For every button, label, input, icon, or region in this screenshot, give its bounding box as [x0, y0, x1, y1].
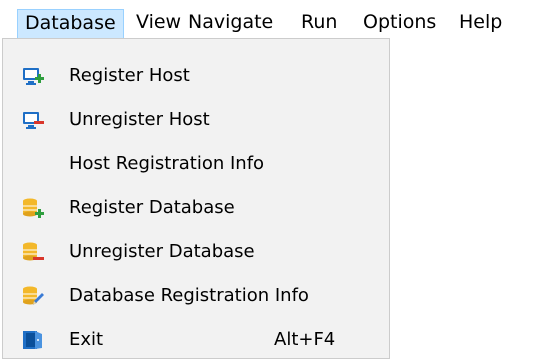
menu-item-label: Register Database — [69, 197, 235, 218]
menu-item-host-registration-info[interactable]: Host Registration Info — [3, 142, 389, 186]
menu-database[interactable]: Database — [17, 9, 124, 38]
monitor-add-icon — [22, 65, 44, 87]
database-add-icon — [22, 197, 44, 219]
menu-item-unregister-database[interactable]: Unregister Database — [3, 230, 389, 274]
menu-item-register-host[interactable]: Register Host — [3, 54, 389, 98]
menu-item-label: Register Host — [69, 65, 190, 86]
menu-item-unregister-host[interactable]: Unregister Host — [3, 98, 389, 142]
database-dropdown-menu: Register Host Unregister Host Host Regis… — [2, 38, 390, 359]
menu-item-label: Unregister Database — [69, 241, 255, 262]
menu-bar: Database View Navigate Run Options Help — [0, 0, 559, 38]
menu-item-label: Host Registration Info — [69, 153, 265, 174]
menu-run[interactable]: Run — [294, 9, 344, 36]
database-remove-icon — [22, 241, 44, 263]
menu-help[interactable]: Help — [452, 9, 509, 36]
menu-view[interactable]: View — [129, 9, 188, 36]
menu-item-register-database[interactable]: Register Database — [3, 186, 389, 230]
shortcut-label: Alt+F4 — [274, 329, 336, 350]
exit-door-icon — [22, 329, 44, 351]
menu-item-database-registration-info[interactable]: Database Registration Info — [3, 274, 389, 318]
menu-item-exit[interactable]: Exit Alt+F4 — [3, 318, 389, 362]
menu-item-label: Database Registration Info — [69, 285, 309, 306]
menu-item-label: Unregister Host — [69, 109, 210, 130]
menu-item-label: Exit — [69, 329, 104, 350]
menu-options[interactable]: Options — [356, 9, 443, 36]
monitor-remove-icon — [22, 109, 44, 131]
database-edit-icon — [22, 285, 44, 307]
menu-navigate[interactable]: Navigate — [181, 9, 280, 36]
